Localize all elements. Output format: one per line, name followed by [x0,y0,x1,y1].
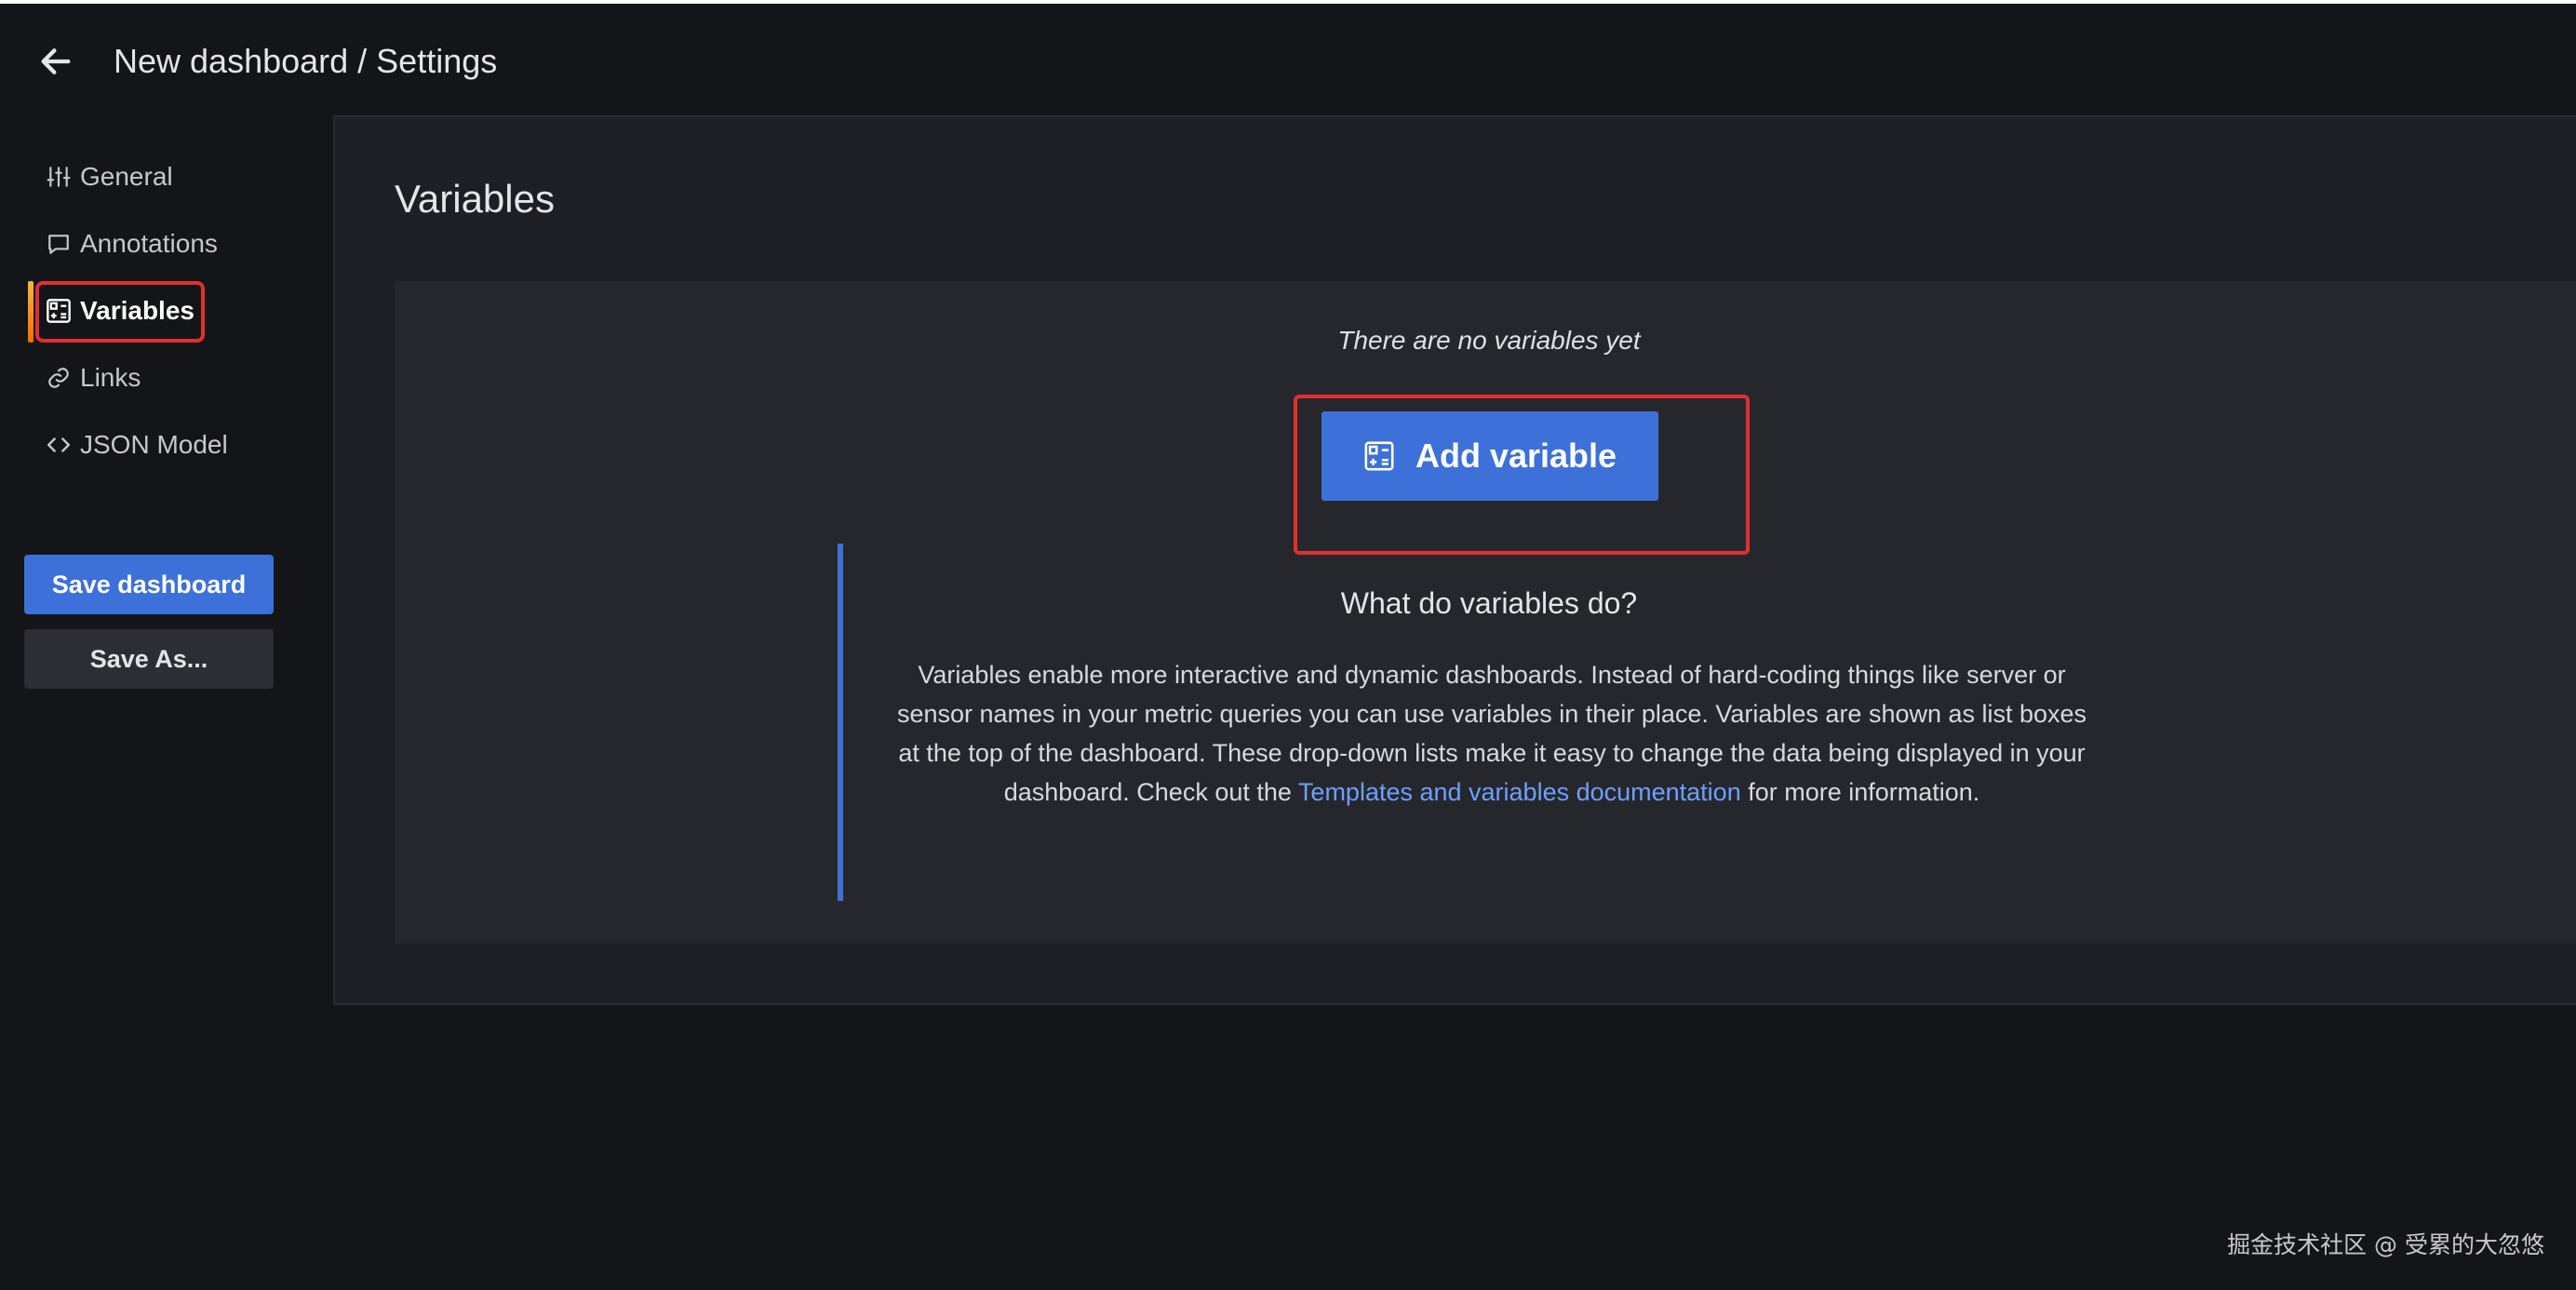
page-title: Variables [395,177,555,221]
arrow-left-icon [41,48,71,74]
comment-icon [45,230,73,258]
info-callout-bar [838,544,843,901]
highlight-box [35,281,205,343]
sidebar-item-general[interactable]: General [45,155,173,199]
sidebar-item-label: Links [80,363,141,392]
page-header: New dashboard / Settings [0,4,2576,115]
save-dashboard-button[interactable]: Save dashboard [24,555,274,614]
watermark: 掘金技术社区 @ 受累的大忽悠 [2227,1231,2544,1258]
info-text: for more information. [1740,778,1980,806]
sidebar-item-label: General [80,162,173,191]
active-indicator [28,281,34,343]
empty-state-message: There are no variables yet [1337,326,1641,355]
sliders-icon [45,163,73,191]
save-as-button[interactable]: Save As... [24,629,274,689]
sidebar-item-json-model[interactable]: JSON Model [45,423,228,467]
documentation-link[interactable]: Templates and variables documentation [1298,778,1741,806]
info-paragraph: Variables enable more interactive and dy… [893,655,2090,812]
sidebar-item-annotations[interactable]: Annotations [45,222,218,266]
code-icon [45,431,73,459]
page-title-breadcrumb: New dashboard / Settings [114,42,498,80]
back-button[interactable] [34,39,78,84]
link-icon [45,364,73,392]
highlight-box [1294,395,1750,555]
info-heading: What do variables do? [1340,586,1638,620]
sidebar-item-label: JSON Model [80,430,228,459]
sidebar-item-links[interactable]: Links [45,356,141,400]
sidebar-item-label: Annotations [80,229,218,258]
